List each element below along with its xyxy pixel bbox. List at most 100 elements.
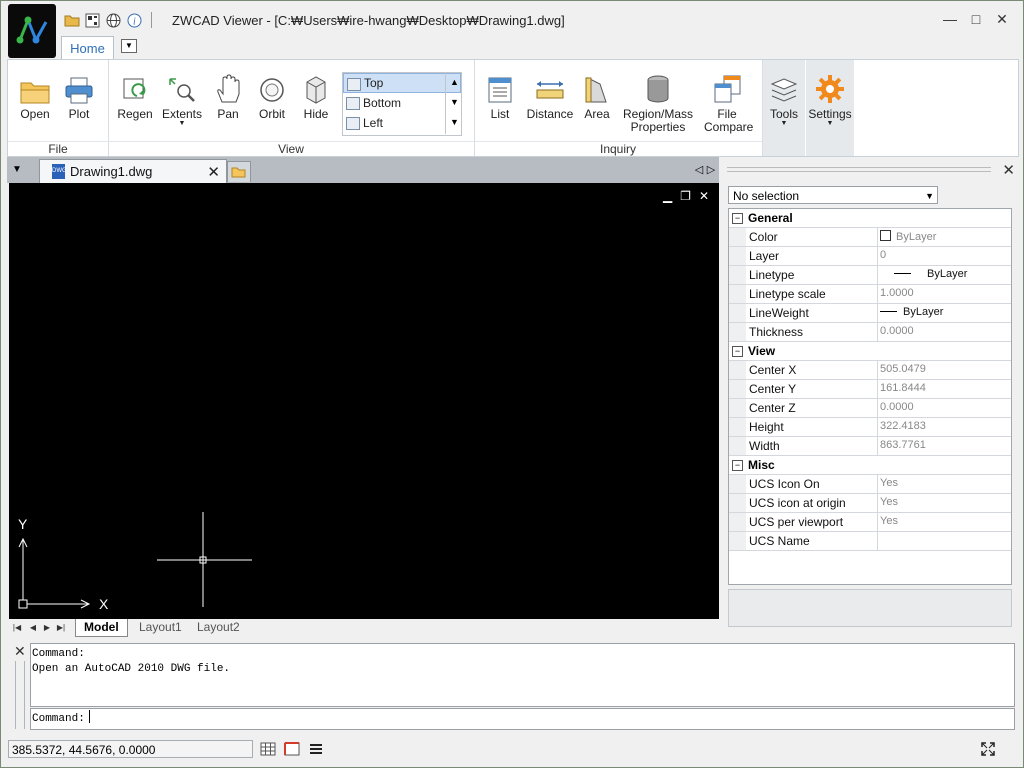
scroll-down-button[interactable]: ▼ — [446, 92, 463, 112]
orbit-icon — [260, 78, 284, 102]
view-item-left[interactable]: Left — [343, 113, 461, 133]
open-folder-icon[interactable] — [63, 12, 80, 29]
property-row[interactable]: Color ByLayer — [729, 228, 1011, 247]
collapse-toggle-icon[interactable]: − — [732, 346, 743, 357]
property-name: UCS Name — [749, 534, 810, 548]
property-value[interactable]: ByLayer — [880, 230, 936, 243]
distance-button[interactable]: Distance — [524, 68, 576, 121]
color-swatch — [880, 230, 891, 241]
command-window-handle[interactable]: ✕ — [11, 641, 29, 733]
fullscreen-button[interactable] — [979, 741, 997, 757]
property-value[interactable]: Yes — [880, 515, 898, 527]
property-value[interactable]: 0.0000 — [880, 325, 914, 337]
view-item-top[interactable]: Top — [343, 73, 461, 93]
plot-button[interactable]: Plot — [58, 68, 100, 121]
globe-icon[interactable] — [105, 12, 122, 29]
property-row[interactable]: UCS Icon On Yes — [729, 475, 1011, 494]
qr-icon[interactable] — [84, 12, 101, 29]
property-row[interactable]: LineWeight ByLayer — [729, 304, 1011, 323]
pan-label: Pan — [217, 107, 239, 121]
ortho-toggle-button[interactable] — [283, 741, 301, 757]
maximize-icon: □ — [971, 11, 981, 27]
grid-toggle-button[interactable] — [259, 741, 277, 757]
property-value[interactable]: Yes — [880, 496, 898, 508]
property-row[interactable]: Height 322.4183 — [729, 418, 1011, 437]
group-label-view: View — [108, 141, 474, 156]
first-layout-icon[interactable]: |◀ — [11, 621, 23, 634]
layout-tab-model[interactable]: Model — [75, 619, 128, 637]
new-tab-button[interactable] — [227, 161, 251, 182]
property-row[interactable]: Center Y 161.8444 — [729, 380, 1011, 399]
scroll-left-icon[interactable]: ◁ — [693, 160, 705, 180]
tab-home[interactable]: Home — [61, 36, 114, 59]
property-row[interactable]: Layer 0 — [729, 247, 1011, 266]
gear-icon — [816, 75, 844, 103]
property-value[interactable]: 0 — [880, 249, 886, 261]
row-gutter — [729, 475, 746, 493]
list-button[interactable]: List — [482, 68, 518, 121]
property-row[interactable]: UCS per viewport Yes — [729, 513, 1011, 532]
property-category[interactable]: − Misc — [729, 456, 1011, 475]
area-button[interactable]: Area — [580, 68, 614, 121]
property-row[interactable]: Width 863.7761 — [729, 437, 1011, 456]
ortho-icon — [284, 742, 300, 756]
panel-drag-handle[interactable] — [727, 167, 991, 172]
last-layout-icon[interactable]: ▶| — [55, 621, 67, 634]
property-value[interactable]: 1.0000 — [880, 287, 914, 299]
next-layout-icon[interactable]: ▶ — [41, 621, 53, 634]
document-tab[interactable]: DWG Drawing1.dwg ✕ — [39, 159, 227, 183]
property-row[interactable]: UCS Name — [729, 532, 1011, 551]
regen-button[interactable]: Regen — [114, 68, 156, 121]
property-row[interactable]: Center X 505.0479 — [729, 361, 1011, 380]
view-item-bottom[interactable]: Bottom — [343, 93, 461, 113]
collapse-toggle-icon[interactable]: − — [732, 460, 743, 471]
expand-list-button[interactable]: ▼ — [446, 112, 463, 132]
minimize-button[interactable]: — — [937, 8, 963, 30]
selection-dropdown[interactable]: No selection ▼ — [728, 186, 938, 204]
file-compare-button[interactable]: File Compare — [704, 68, 753, 134]
region-mass-button[interactable]: Region/Mass Properties — [620, 68, 696, 134]
drawing-canvas[interactable]: ▁ ❐ ✕ Y X — [9, 183, 719, 619]
layout-tab-layout2[interactable]: Layout2 — [189, 619, 248, 636]
settings-button[interactable]: Settings ▼ — [806, 60, 854, 156]
property-value[interactable]: 161.8444 — [880, 382, 926, 394]
property-row[interactable]: Thickness 0.0000 — [729, 323, 1011, 342]
property-value[interactable]: Yes — [880, 477, 898, 489]
column-divider — [877, 399, 878, 417]
property-row[interactable]: Linetype scale 1.0000 — [729, 285, 1011, 304]
property-category[interactable]: − General — [729, 209, 1011, 228]
property-row[interactable]: Center Z 0.0000 — [729, 399, 1011, 418]
document-list-dropdown[interactable]: ▼ — [9, 160, 25, 180]
command-input[interactable]: Command: — [30, 708, 1015, 730]
pan-button[interactable]: Pan — [208, 68, 248, 121]
scroll-up-button[interactable]: ▲ — [446, 72, 463, 92]
collapse-toggle-icon[interactable]: − — [732, 213, 743, 224]
ribbon-customize-dropdown[interactable]: ▼ — [121, 39, 137, 53]
scroll-right-icon[interactable]: ▷ — [705, 160, 717, 180]
command-close-icon[interactable]: ✕ — [14, 643, 26, 660]
prev-layout-icon[interactable]: ◀ — [27, 621, 39, 634]
hide-button[interactable]: Hide — [296, 68, 336, 121]
command-history: Command: Open an AutoCAD 2010 DWG file. — [30, 643, 1015, 707]
property-category[interactable]: − View — [729, 342, 1011, 361]
property-row[interactable]: Linetype ByLayer — [729, 266, 1011, 285]
maximize-button[interactable]: □ — [963, 8, 989, 30]
property-value[interactable]: 863.7761 — [880, 439, 926, 451]
close-tab-icon[interactable]: ✕ — [207, 163, 220, 181]
property-value[interactable]: ByLayer — [880, 306, 943, 318]
menu-button[interactable] — [307, 741, 325, 757]
property-row[interactable]: UCS icon at origin Yes — [729, 494, 1011, 513]
property-value[interactable]: 505.0479 — [880, 363, 926, 375]
close-button[interactable]: ✕ — [989, 8, 1015, 30]
info-icon[interactable]: i — [126, 12, 143, 29]
properties-close-icon[interactable]: ✕ — [1002, 161, 1015, 179]
open-button[interactable]: Open — [14, 68, 56, 121]
orbit-button[interactable]: Orbit — [252, 68, 292, 121]
extents-button[interactable]: Extents ▼ — [160, 68, 204, 127]
layout-tab-layout1[interactable]: Layout1 — [131, 619, 190, 636]
tools-button[interactable]: Tools ▼ — [763, 60, 805, 156]
property-value[interactable]: 322.4183 — [880, 420, 926, 432]
property-value[interactable]: ByLayer — [880, 268, 967, 280]
property-value[interactable]: 0.0000 — [880, 401, 914, 413]
list-icon — [488, 77, 512, 103]
